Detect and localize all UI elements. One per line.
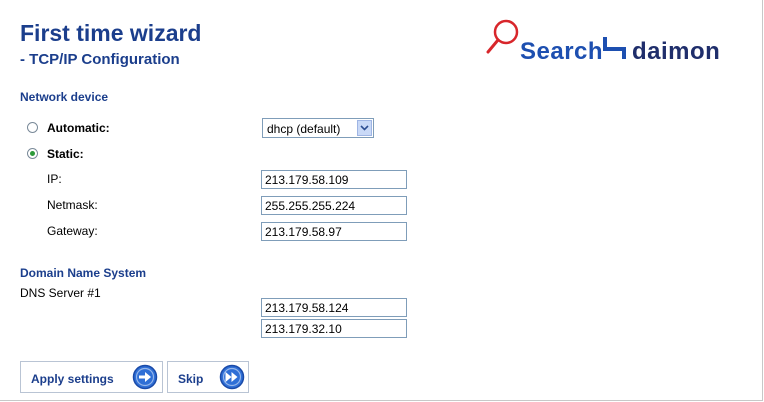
logo-text-search: Search xyxy=(520,38,604,65)
gateway-label: Gateway: xyxy=(47,224,98,238)
skip-button[interactable]: Skip xyxy=(167,361,249,393)
static-radio[interactable] xyxy=(27,148,38,159)
automatic-radio[interactable] xyxy=(27,122,38,133)
dns-server-2-input[interactable] xyxy=(261,319,407,338)
radio-selected-dot xyxy=(30,151,35,156)
arrow-right-circle-icon xyxy=(132,364,158,390)
ip-label: IP: xyxy=(47,172,62,186)
dhcp-select-value: dhcp (default) xyxy=(267,122,341,136)
automatic-label: Automatic: xyxy=(47,121,110,135)
skip-label: Skip xyxy=(178,372,204,386)
netmask-label: Netmask: xyxy=(47,198,98,212)
page-title: First time wizard xyxy=(20,20,202,46)
apply-settings-label: Apply settings xyxy=(31,372,114,386)
logo-text-daimon: daimon xyxy=(632,38,721,65)
apply-settings-button[interactable]: Apply settings xyxy=(20,361,163,393)
dns-server-label: DNS Server #1 xyxy=(20,286,101,300)
fast-forward-circle-icon xyxy=(219,364,245,390)
dhcp-select[interactable]: dhcp (default) xyxy=(262,118,374,138)
gateway-input[interactable] xyxy=(261,222,407,241)
chevron-down-icon[interactable] xyxy=(357,120,372,136)
netmask-input[interactable] xyxy=(261,196,407,215)
ip-input[interactable] xyxy=(261,170,407,189)
page-subtitle: - TCP/IP Configuration xyxy=(20,51,180,68)
network-device-heading: Network device xyxy=(20,90,109,104)
searchdaimon-logo: Search daimon xyxy=(478,16,764,66)
dns-server-1-input[interactable] xyxy=(261,298,407,317)
static-label: Static: xyxy=(47,147,84,161)
logo-connector-shape xyxy=(603,37,626,59)
dns-heading: Domain Name System xyxy=(20,266,147,280)
